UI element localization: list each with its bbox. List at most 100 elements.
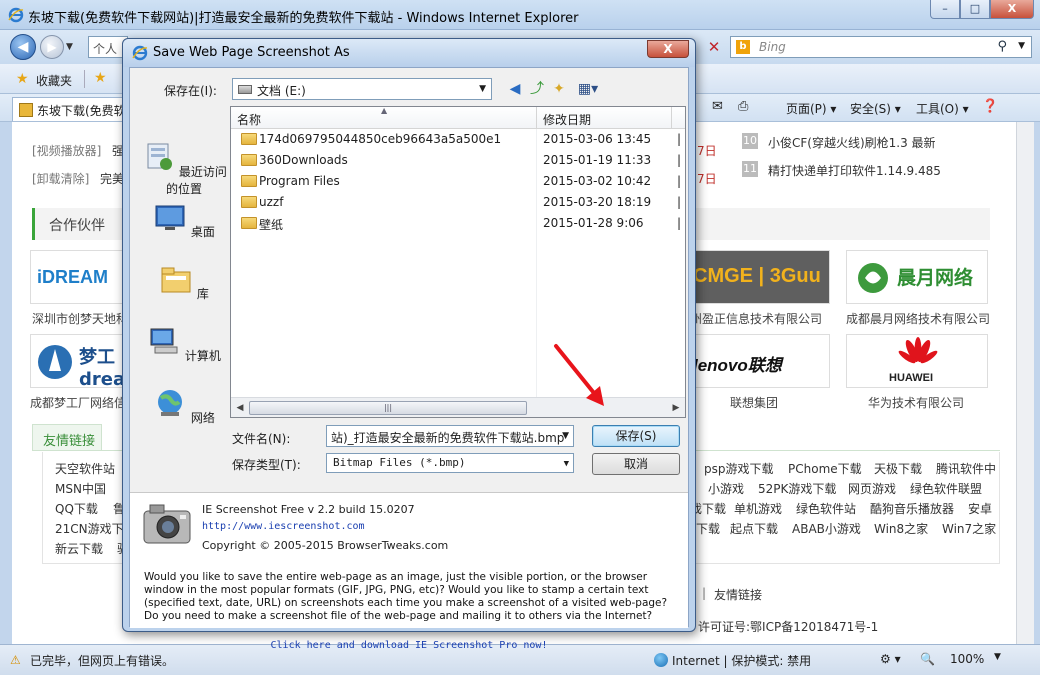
file-row[interactable]: Program Files 2015-03-02 10:42 | (231, 171, 685, 192)
friend-link[interactable]: Win7之家 (942, 520, 996, 537)
maximize-button[interactable]: □ (960, 0, 990, 19)
page-menu[interactable]: 页面(P) ▾ (786, 100, 836, 117)
tools-menu[interactable]: 工具(O) ▾ (916, 100, 969, 117)
minimize-button[interactable]: – (930, 0, 960, 19)
left-link-2[interactable]: 完美 (100, 170, 124, 187)
ie-logo-icon (132, 45, 148, 61)
dialog-close-button[interactable]: X (647, 40, 689, 58)
view-menu-icon[interactable]: ▦▾ (574, 80, 602, 98)
friend-link[interactable]: 天极下载 (874, 460, 922, 477)
search-box[interactable]: b Bing ⚲ ▼ (730, 36, 1032, 58)
partner-caption[interactable]: 州盈正信息技术有限公司 (690, 310, 822, 327)
friend-link[interactable]: 绿色软件联盟 (910, 480, 982, 497)
add-favorite-icon[interactable]: ★ (94, 70, 107, 86)
popup-blocker-icon[interactable]: ⚙ ▾ (880, 652, 901, 666)
news-item[interactable]: 小俊CF(穿越火线)刷枪1.3 最新 (768, 134, 936, 151)
column-header-date[interactable]: 修改日期 (543, 111, 591, 128)
friend-link[interactable]: 起点下载 (730, 520, 778, 537)
zoom-dropdown-icon[interactable]: ▼ (994, 652, 1001, 662)
friend-link[interactable]: 小游戏 (708, 480, 744, 497)
friend-link[interactable]: 腾讯软件中 (936, 460, 996, 477)
file-row[interactable]: uzzf 2015-03-20 18:19 | (231, 192, 685, 213)
favorites-button[interactable]: 收藏夹 (36, 72, 72, 89)
left-link-tag-1[interactable]: [视频播放器] (32, 142, 101, 159)
friend-link[interactable]: QQ下载 (55, 500, 98, 517)
history-dropdown-icon[interactable]: ▼ (66, 42, 73, 52)
safety-menu[interactable]: 安全(S) ▾ (850, 100, 901, 117)
partner-caption[interactable]: 华为技术有限公司 (868, 394, 964, 411)
page-scrollbar[interactable] (1016, 122, 1034, 644)
friend-link[interactable]: MSN中国 (55, 480, 106, 497)
look-in-dropdown[interactable]: 文档 (E:) ▼ (232, 78, 492, 100)
friend-link[interactable]: 52PK游戏下载 (758, 480, 836, 497)
column-divider[interactable] (536, 107, 537, 129)
help-icon[interactable]: ❓ (982, 99, 998, 114)
stop-icon[interactable]: ✕ (704, 38, 724, 58)
partner-logo-huawei[interactable]: HUAWEI (846, 334, 988, 388)
promo-link[interactable]: Click here and download IE Screenshot Pr… (130, 640, 688, 651)
news-item[interactable]: 精打快递单打印软件1.14.9.485 (768, 162, 941, 179)
partner-logo-lenovo[interactable]: lenovo联想 (688, 334, 830, 388)
place-computer[interactable]: 计算机 (138, 326, 230, 364)
friend-link[interactable]: 单机游戏 (734, 500, 782, 517)
footer-friend-link[interactable]: 友情链接 (714, 586, 762, 603)
back-arrow-icon[interactable]: ◀ (506, 80, 524, 98)
place-network[interactable]: 网络 (138, 388, 230, 426)
file-row[interactable]: 174d069795044850ceb96643a5a500e1 2015-03… (231, 129, 685, 150)
zoom-icon[interactable]: 🔍 (920, 652, 935, 666)
friend-links-tab[interactable]: 友情链接 (32, 424, 102, 450)
scroll-left-icon[interactable]: ◀ (232, 400, 248, 416)
friend-link[interactable]: 天空软件站 (55, 460, 115, 477)
file-list-hscrollbar[interactable]: ◀ ||| ▶ (231, 397, 685, 417)
partner-caption[interactable]: 成都晨月网络技术有限公司 (846, 310, 990, 327)
search-icon[interactable]: ⚲ (997, 39, 1007, 54)
save-button[interactable]: 保存(S) (592, 425, 680, 447)
zoom-level[interactable]: 100% (950, 652, 984, 666)
forward-button[interactable]: ▶ (40, 35, 64, 59)
chevron-down-icon[interactable]: ▼ (562, 431, 569, 441)
up-folder-icon[interactable]: ⤴ (528, 80, 546, 98)
partner-logo-chenyue[interactable]: 晨月网络 (846, 250, 988, 304)
column-header-name[interactable]: 名称 (237, 111, 261, 128)
mail-icon[interactable]: ✉ (712, 99, 723, 114)
cancel-button[interactable]: 取消 (592, 453, 680, 475)
place-libraries[interactable]: 库 (138, 264, 230, 302)
friend-link[interactable]: ABAB小游戏 (792, 520, 861, 537)
security-zone[interactable]: Internet | 保护模式: 禁用 (672, 652, 811, 669)
filename-input[interactable]: 站)_打造最安全最新的免费软件下载站.bmp ▼ (326, 425, 574, 447)
partner-logo-cmge[interactable]: CMGE | 3Guu (688, 250, 830, 304)
partner-caption[interactable]: 联想集团 (730, 394, 778, 411)
friend-link[interactable]: 新云下载 (55, 540, 103, 557)
scroll-thumb[interactable]: ||| (249, 401, 527, 415)
friend-link[interactable]: Win8之家 (874, 520, 928, 537)
place-desktop[interactable]: 桌面 (138, 202, 230, 240)
file-row[interactable]: 360Downloads 2015-01-19 11:33 | (231, 150, 685, 171)
new-folder-icon[interactable]: ✦ (550, 80, 568, 98)
friend-link[interactable]: 下载 (696, 520, 720, 537)
partner-caption[interactable]: 深圳市创梦天地科 (32, 310, 128, 327)
close-button[interactable]: X (990, 0, 1034, 19)
friend-link[interactable]: 绿色软件站 (796, 500, 856, 517)
friend-link[interactable]: PChome下载 (788, 460, 862, 477)
product-url[interactable]: http://www.iescreenshot.com (202, 521, 365, 532)
chenyue-emblem-icon (858, 263, 888, 293)
friend-link[interactable]: 网页游戏 (848, 480, 896, 497)
friend-link[interactable]: 酷狗音乐播放器 (870, 500, 954, 517)
friend-link[interactable]: psp游戏下载 (704, 460, 774, 477)
tab-current[interactable]: 东坡下载(免费软 (12, 97, 124, 121)
file-row[interactable]: 壁纸 2015-01-28 9:06 | (231, 213, 685, 234)
dialog-title-bar[interactable]: Save Web Page Screenshot As X (123, 39, 695, 67)
search-dropdown-icon[interactable]: ▼ (1018, 41, 1025, 51)
filetype-select[interactable]: Bitmap Files (*.bmp) ▼ (326, 453, 574, 473)
back-button[interactable]: ◀ (10, 34, 36, 60)
favorites-star-icon[interactable]: ★ (16, 71, 29, 87)
partner-caption[interactable]: 成都梦工厂网络信 (30, 394, 126, 411)
scroll-right-icon[interactable]: ▶ (668, 400, 684, 416)
friend-link[interactable]: 21CN游戏下 (55, 520, 124, 537)
place-recent[interactable]: 最近访问的位置 (138, 142, 230, 197)
friend-link[interactable]: 安卓 (968, 500, 992, 517)
column-divider[interactable] (671, 107, 672, 129)
warning-icon[interactable]: ⚠ (10, 653, 24, 667)
left-link-tag-2[interactable]: [卸载清除] (32, 170, 89, 187)
print-icon[interactable]: ⎙ (738, 99, 748, 114)
